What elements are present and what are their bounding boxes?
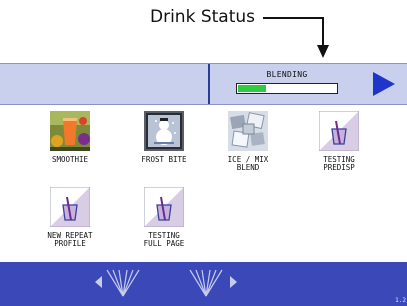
cup-straw-icon	[144, 187, 184, 227]
drink-status-label: BLENDING	[266, 70, 308, 79]
drink-status-progress-bar	[236, 83, 338, 94]
tile-testing-full-page[interactable]: TESTING FULL PAGE	[124, 185, 204, 257]
tile-ice-mix-blend[interactable]: ICE / MIX BLEND	[208, 109, 288, 181]
footer-bar: 1.2	[0, 262, 407, 306]
drink-status-callout-label: Drink Status	[150, 7, 255, 27]
page-left-icon[interactable]	[95, 276, 102, 288]
header-divider	[208, 64, 210, 104]
tile-smoothie[interactable]: SMOOTHIE	[30, 109, 110, 181]
drink-menu-grid: SMOOTHIE FROST BITE ICE / MIX BLEND TEST…	[0, 107, 407, 262]
tile-label: ICE / MIX BLEND	[227, 155, 269, 172]
device-screen: BLENDING SMOOTHIE FROST BITE ICE / MIX B…	[0, 63, 407, 306]
fan-decoration-icon	[106, 269, 140, 297]
callout-line	[322, 17, 324, 47]
callout-line	[263, 17, 324, 19]
tile-label: SMOOTHIE	[51, 155, 89, 164]
cup-straw-icon	[319, 111, 359, 151]
tile-label: FROST BITE	[141, 155, 187, 164]
header-bar: BLENDING	[0, 63, 407, 105]
smoothie-photo-icon	[50, 111, 90, 151]
ice-cubes-photo-icon	[228, 111, 268, 151]
progress-fill	[238, 85, 266, 92]
tile-frost-bite[interactable]: FROST BITE	[124, 109, 204, 181]
tile-testing-predisp[interactable]: TESTING PREDISP	[299, 109, 379, 181]
tile-label: NEW REPEAT PROFILE	[47, 231, 93, 248]
header-left-panel	[0, 64, 208, 104]
snowman-photo-icon	[144, 111, 184, 151]
page-right-icon[interactable]	[230, 276, 237, 288]
tile-label: TESTING FULL PAGE	[143, 231, 185, 248]
tile-new-repeat-profile[interactable]: NEW REPEAT PROFILE	[30, 185, 110, 257]
callout-arrow-icon	[317, 45, 329, 58]
cup-straw-icon	[50, 187, 90, 227]
fan-decoration-icon	[189, 269, 223, 297]
play-right-icon[interactable]	[373, 72, 395, 96]
tile-label: TESTING PREDISP	[323, 155, 355, 172]
version-label: 1.2	[395, 297, 406, 304]
